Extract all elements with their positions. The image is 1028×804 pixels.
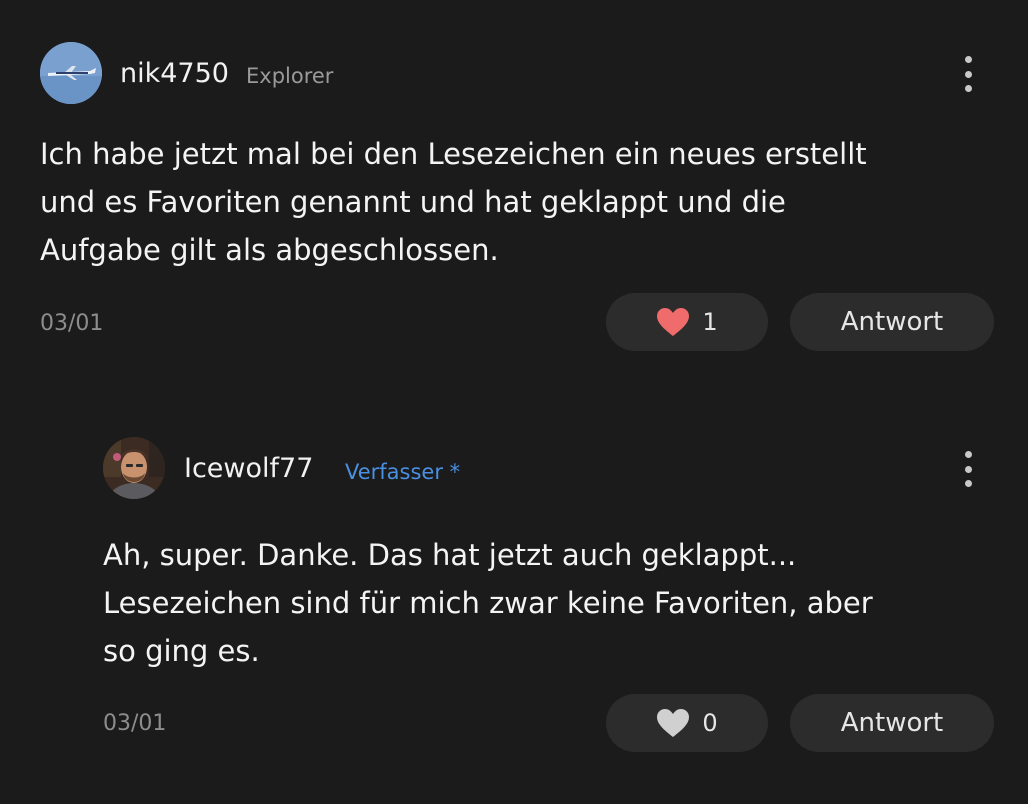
like-count: 1	[702, 308, 718, 336]
reply-button[interactable]: Antwort	[790, 694, 994, 752]
more-options-icon[interactable]	[963, 451, 973, 487]
heart-outline-icon	[657, 709, 690, 737]
username[interactable]: nik4750	[120, 58, 229, 89]
like-button[interactable]: 1	[606, 293, 768, 351]
comment-text: Ich habe jetzt mal bei den Lesezeichen e…	[40, 137, 867, 267]
airplane-avatar-icon	[40, 42, 102, 104]
author-badge: Verfasser *	[345, 460, 461, 484]
user-avatar[interactable]	[103, 437, 165, 499]
username[interactable]: Icewolf77	[184, 453, 313, 484]
more-options-icon[interactable]	[963, 56, 973, 92]
user-avatar[interactable]	[40, 42, 102, 104]
person-avatar-icon	[103, 437, 165, 499]
comment-date: 03/01	[40, 311, 104, 336]
comment-text: Ah, super. Danke. Das hat jetzt auch gek…	[103, 538, 873, 668]
comment-date: 03/01	[103, 711, 167, 736]
reply-item: Icewolf77 Verfasser * Ah, super. Danke. …	[0, 420, 1028, 804]
like-count: 0	[702, 709, 718, 737]
like-button[interactable]: 0	[606, 694, 768, 752]
user-badge: Explorer	[246, 64, 334, 88]
reply-button[interactable]: Antwort	[790, 293, 994, 351]
heart-filled-icon	[657, 308, 690, 336]
comment-item: nik4750 Explorer Ich habe jetzt mal bei …	[0, 0, 1028, 380]
